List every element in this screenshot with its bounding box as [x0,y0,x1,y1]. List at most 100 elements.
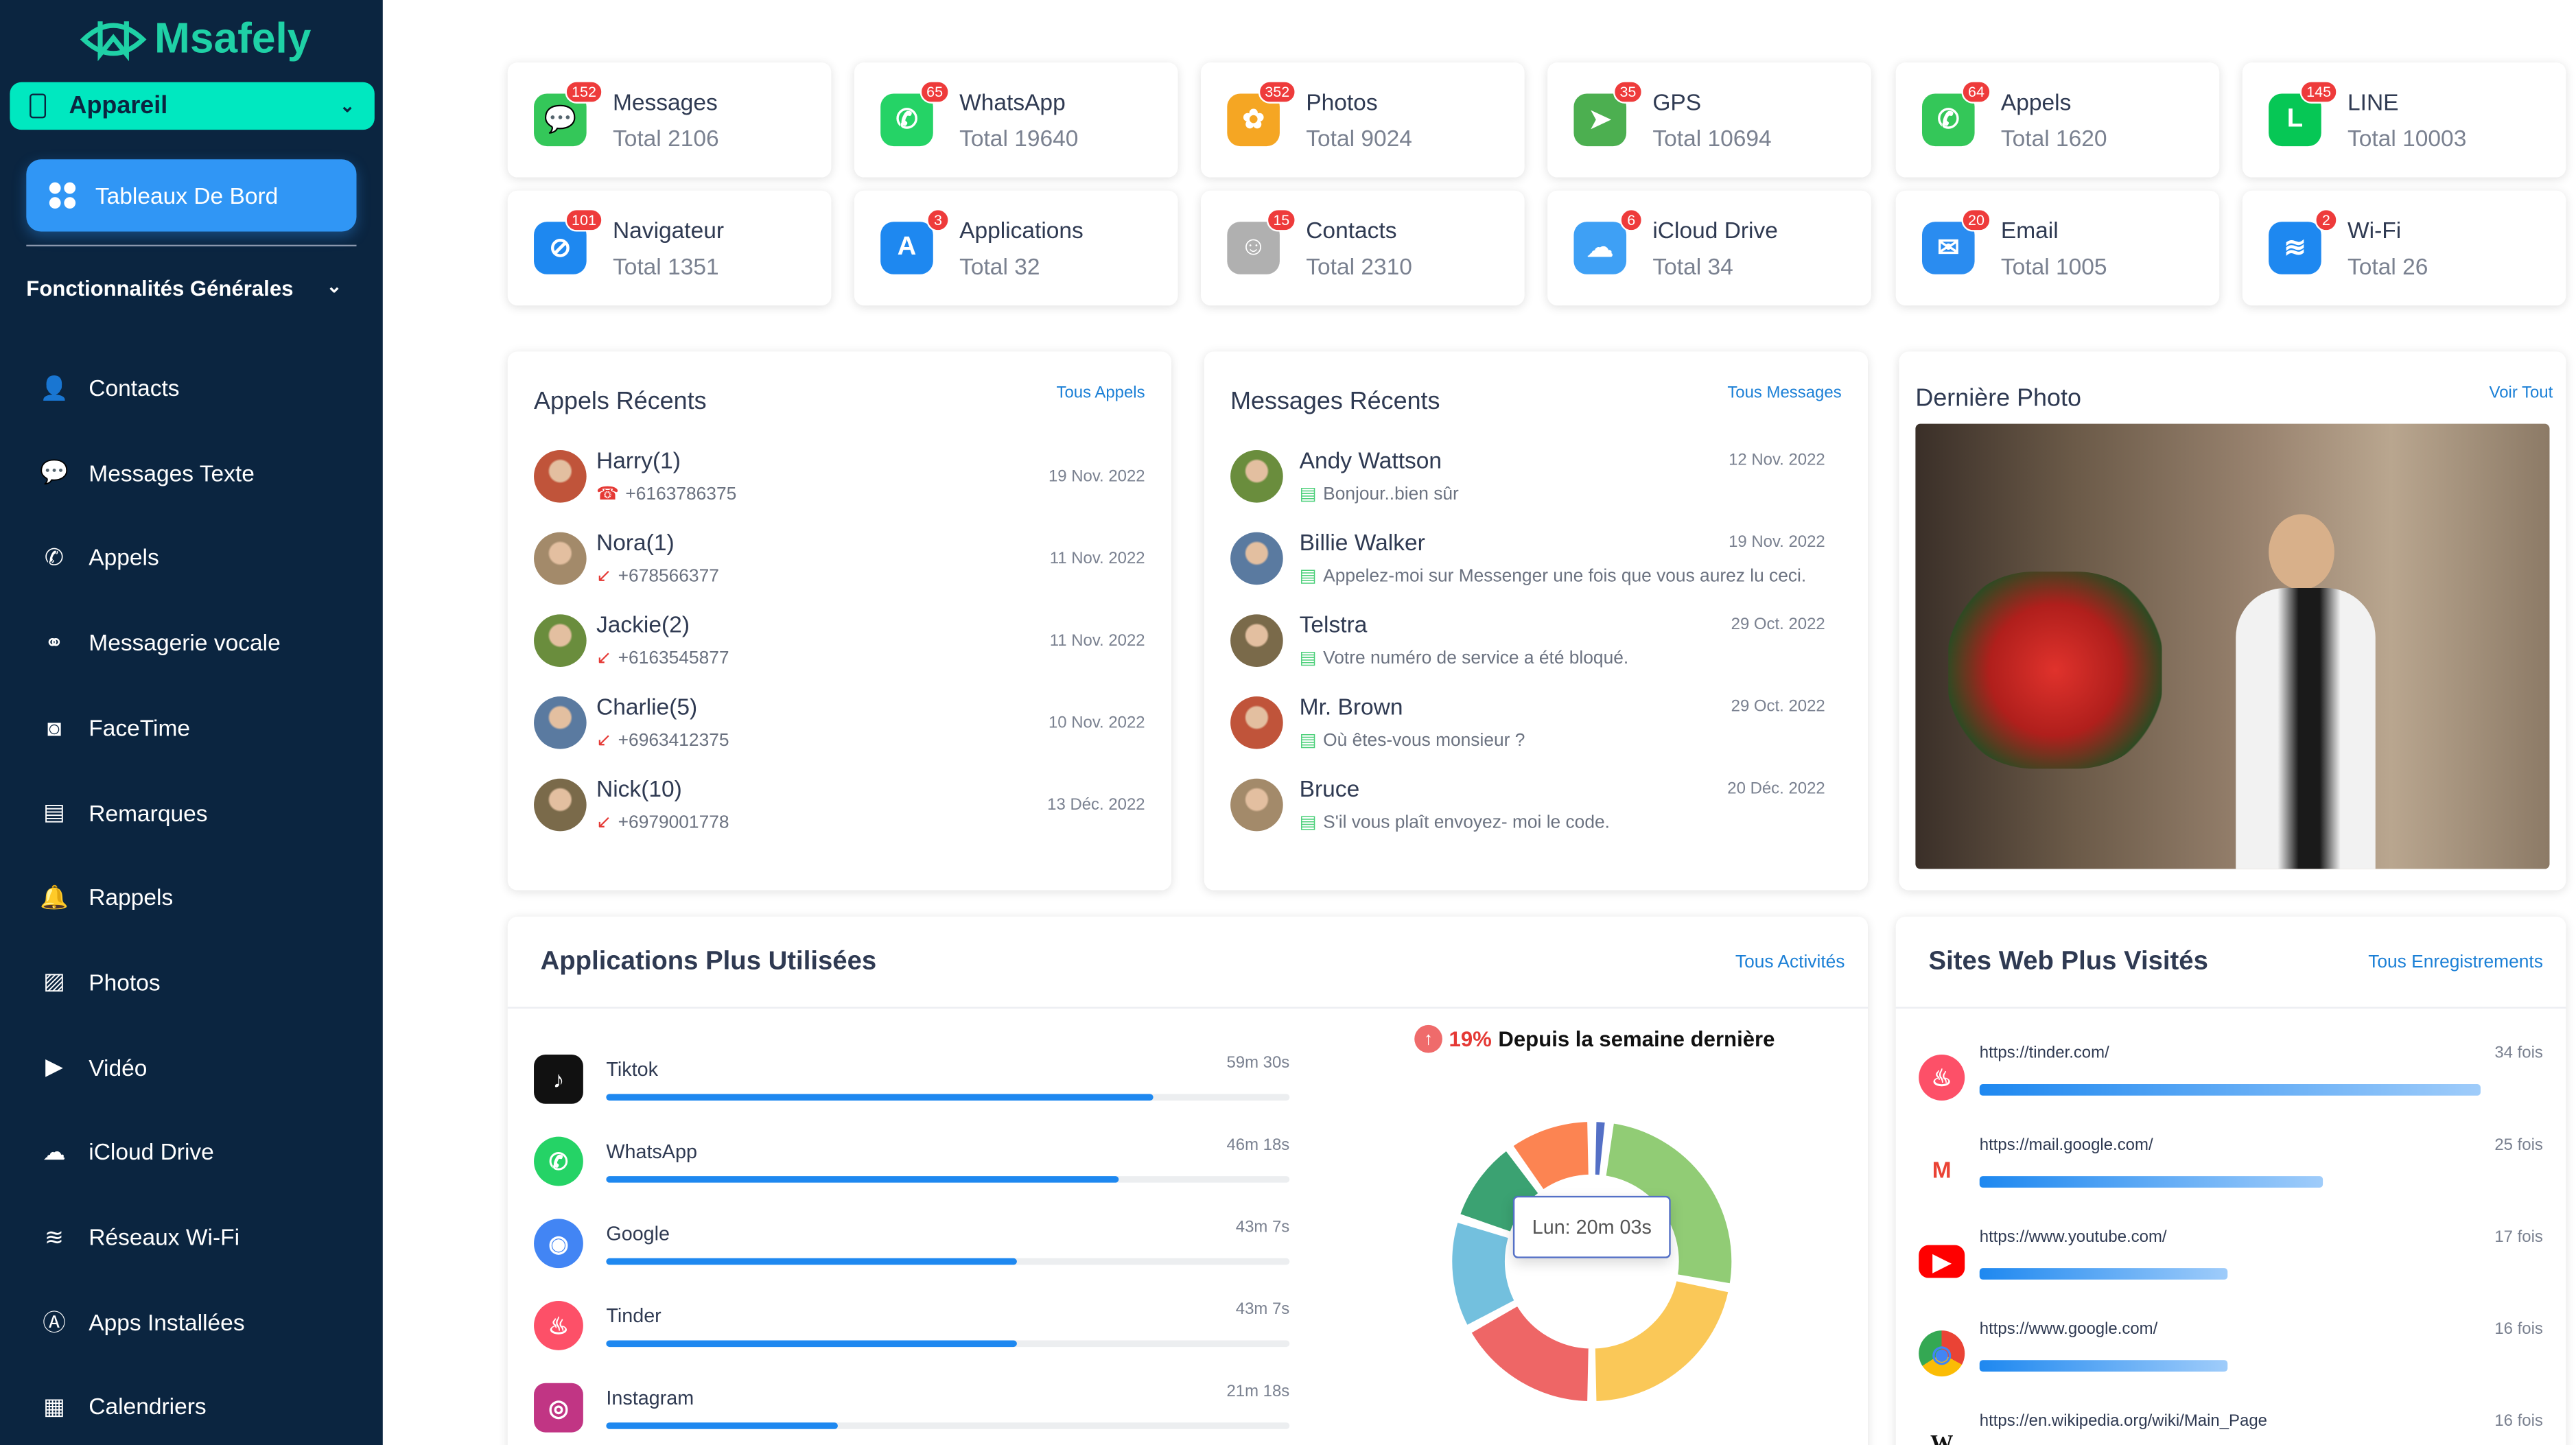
app-usage-row[interactable]: ♪ Tiktok 59m 30s [534,1054,1290,1120]
stat-card-contacts[interactable]: ☺ 15 Contacts Total 2310 [1201,190,1525,306]
usage-time: 43m 7s [1235,1301,1290,1319]
sidebar-item-label: FaceTime [89,714,191,741]
wifi-icon: ≋ 2 [2269,209,2338,274]
view-all-link[interactable]: Voir Tout [2490,384,2553,402]
stat-name: Applications [959,217,1084,244]
sidebar-item-contacts[interactable]: 👤 Contacts [39,370,179,406]
stat-card-line[interactable]: L 145 LINE Total 10003 [2242,62,2566,178]
last-photo-image[interactable] [1915,423,2550,869]
site-row[interactable]: Whttps://en.wikipedia.org/wiki/Main_Page… [1919,1413,2543,1445]
all-records-link[interactable]: Tous Enregistrements [2368,953,2543,973]
message-date: 29 Oct. 2022 [1731,698,1825,716]
panel-title: Sites Web Plus Visités [1928,948,2208,976]
sidebar-item-facetime[interactable]: ◙ FaceTime [39,709,190,746]
avatar [534,778,587,832]
stat-card-navigateur[interactable]: ⊘ 101 Navigateur Total 1351 [507,190,832,306]
site-row[interactable]: ♨ https://tinder.com/34 fois [1919,1045,2543,1127]
app-usage-row[interactable]: ♨ Tinder 43m 7s [534,1301,1290,1367]
count-badge: 101 [565,209,603,232]
recent-calls-panel: Appels Récents Tous Appels Harry(1) ☎ +616… [507,351,1171,891]
message-row[interactable]: Bruce ▤ S'il vous plaît envoyez- moi le co… [1230,775,1842,861]
sidebar-item-calendriers[interactable]: ▦ Calendriers [39,1389,207,1425]
sidebar-item-remarques[interactable]: ▤ Remarques [39,794,207,830]
sidebar-item-vid-o[interactable]: ▶ Vidéo [39,1049,147,1085]
site-row[interactable]: ▶ https://www.youtube.com/17 fois [1919,1229,2543,1311]
stat-total: Total 2106 [612,124,719,152]
stat-card-gps[interactable]: ➤ 35 GPS Total 10694 [1547,62,1871,178]
stat-card-messages[interactable]: 💬 152 Messages Total 2106 [507,62,832,178]
call-row[interactable]: Jackie(2) ↙ +6163545877 11 Nov. 2022 [534,611,1145,696]
sidebar-item-messages-texte[interactable]: 💬 Messages Texte [39,454,255,491]
stat-card-applications[interactable]: A 3 Applications Total 32 [854,190,1178,306]
stat-total: Total 1351 [612,252,719,279]
sidebar-item-apps-install-es[interactable]: Ⓐ Apps Installées [39,1304,244,1340]
all-calls-link[interactable]: Tous Appels [1056,384,1145,402]
site-row[interactable]: Mhttps://mail.google.com/25 fois [1919,1137,2543,1219]
device-selector[interactable]: Appareil ⌄ [10,82,375,130]
donut-slice-2[interactable] [1591,1278,1732,1405]
stat-total: Total 32 [959,252,1040,279]
stat-card-photos[interactable]: ✿ 352 Photos Total 9024 [1201,62,1525,178]
panel-title: Dernière Photo [1915,384,2081,412]
app-usage-row[interactable]: ◉ Google 43m 7s [534,1219,1290,1284]
sidebar-item-messagerie-vocale[interactable]: ⚭ Messagerie vocale [39,624,281,661]
incoming-call-icon: ↙ [596,813,612,833]
arrow-up-icon: ↑ [1414,1024,1442,1053]
app-usage-row[interactable]: ✆ WhatsApp 46m 18s [534,1136,1290,1203]
stat-total: Total 10003 [2347,124,2467,152]
visit-bar-fill [1979,1268,2228,1280]
logo-icon [80,20,147,61]
sidebar-item-rappels[interactable]: 🔔 Rappels [39,879,173,915]
usage-bar-fill [606,1094,1154,1101]
usage-time: 43m 7s [1235,1219,1290,1237]
video-icon: ▶ [45,1053,63,1080]
count-badge: 152 [565,80,603,104]
stat-card-wi-fi[interactable]: ≋ 2 Wi-Fi Total 26 [2242,190,2566,306]
sidebar-item-appels[interactable]: ✆ Appels [39,539,159,576]
call-row[interactable]: Charlie(5) ↙ +6963412375 10 Nov. 2022 [534,693,1145,779]
device-label: Appareil [69,92,168,120]
call-row[interactable]: Nora(1) ↙ +678566377 11 Nov. 2022 [534,528,1145,615]
sidebar-item-label: Messagerie vocale [89,629,281,656]
site-url: https://www.google.com/ [1979,1320,2158,1339]
message-preview: Où êtes-vous monsieur ? [1323,730,1525,750]
all-activities-link[interactable]: Tous Activités [1735,953,1845,973]
stat-card-email[interactable]: ✉ 20 Email Total 1005 [1895,190,2220,306]
caller-name: Nora(1) [596,528,675,556]
panel-title: Appels Récents [534,387,707,416]
count-badge: 352 [1258,80,1296,104]
safari-icon: ⊘ 101 [534,209,603,274]
sidebar-item-label: Appels [89,544,159,571]
donut-slice-3[interactable] [1468,1302,1592,1405]
visit-count: 34 fois [2494,1044,2543,1063]
sidebar-item-icloud-drive[interactable]: ☁ iCloud Drive [39,1134,214,1171]
call-row[interactable]: Nick(10) ↙ +6979001778 13 Déc. 2022 [534,775,1145,861]
last-photo-panel: Dernière Photo Voir Tout [1899,351,2566,891]
missed-call-icon: ☎ [596,484,619,504]
sidebar-item-photos[interactable]: ▨ Photos [39,964,160,1000]
usage-bar [606,1258,1290,1265]
phone-number: +6979001778 [618,812,729,832]
sidebar-item-dashboard[interactable]: Tableaux De Bord [26,159,357,232]
sidebar-item-r-seaux-wi-fi[interactable]: ≋ Réseaux Wi-Fi [39,1219,239,1255]
tinder-icon: ♨ [534,1301,583,1350]
section-general-features[interactable]: Fonctionnalités Générales ⌄ [26,276,355,301]
app-usage-row[interactable]: ◎ Instagram 21m 18s [534,1383,1290,1445]
stat-name: iCloud Drive [1652,217,1778,244]
usage-time: 46m 18s [1226,1136,1290,1155]
message-row[interactable]: Billie Walker ▤ Appelez-moi sur Messenger … [1230,529,1842,615]
message-row[interactable]: Telstra ▤ Votre numéro de service a été bl… [1230,611,1842,696]
stat-card-icloud-drive[interactable]: ☁ 6 iCloud Drive Total 34 [1547,190,1871,306]
usage-bar [606,1422,1290,1429]
incoming-call-icon: ↙ [596,731,612,751]
stat-card-whatsapp[interactable]: ✆ 65 WhatsApp Total 19640 [854,62,1178,178]
count-badge: 145 [2299,80,2338,104]
phone-icon [30,93,47,119]
stat-card-appels[interactable]: ✆ 64 Appels Total 1620 [1895,62,2220,178]
message-row[interactable]: Andy Wattson ▤ Bonjour..bien sûr 12 Nov. 20… [1230,447,1842,532]
message-row[interactable]: Mr. Brown ▤ Où êtes-vous monsieur ? 29 Oct.… [1230,693,1842,779]
call-row[interactable]: Harry(1) ☎ +6163786375 19 Nov. 2022 [534,447,1145,532]
all-messages-link[interactable]: Tous Messages [1727,384,1841,402]
tinder-icon: ♨ [1919,1054,1965,1101]
site-row[interactable]: ◉ https://www.google.com/16 fois [1919,1321,2543,1403]
